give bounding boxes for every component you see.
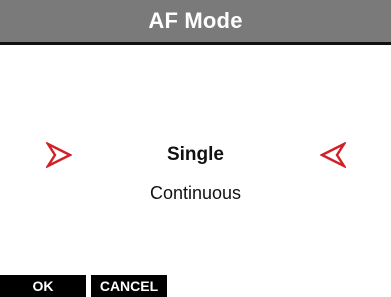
dialog-title: AF Mode <box>148 8 243 33</box>
softkey-bar: OK CANCEL <box>0 275 167 297</box>
af-mode-dialog: AF Mode Single Continuous OK CANCEL <box>0 0 391 297</box>
ok-button[interactable]: OK <box>0 275 86 297</box>
option-continuous[interactable]: Continuous <box>0 183 391 204</box>
title-bar: AF Mode <box>0 0 391 45</box>
cancel-button[interactable]: CANCEL <box>91 275 167 297</box>
nav-right-arrow-icon[interactable] <box>320 142 346 168</box>
